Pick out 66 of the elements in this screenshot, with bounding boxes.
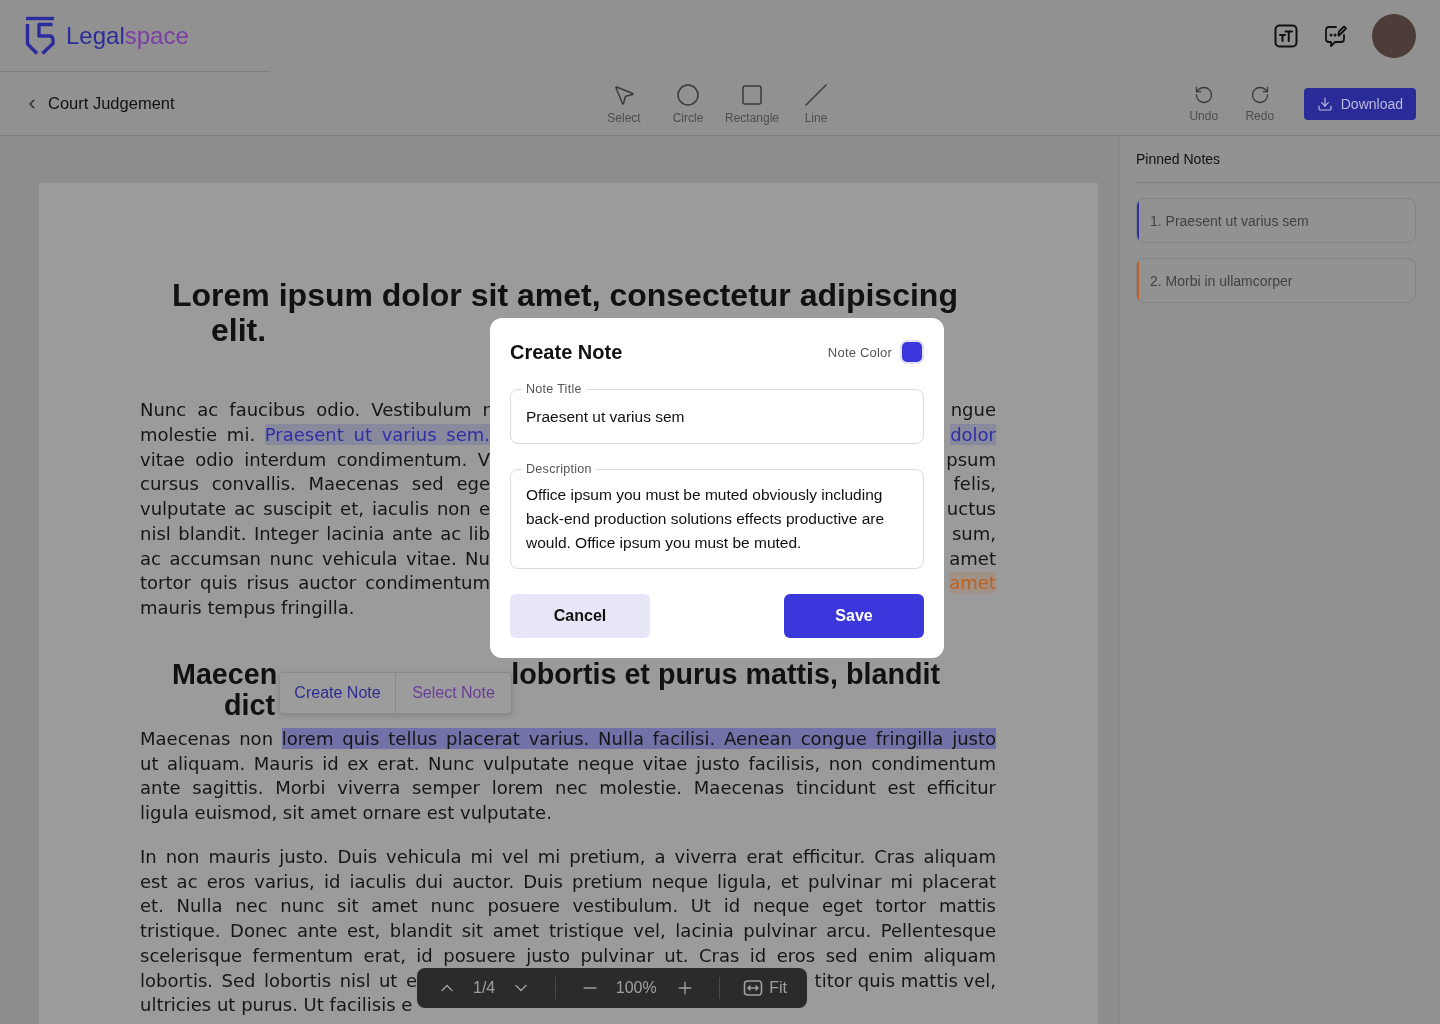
input-field[interactable]: Note Title Praesent ut varius sem — [510, 383, 924, 444]
text-line: tristique. Donec ante est, blandit sit amet tristique vel, lacinia pulvinar arcu. Pellentesque — [140, 919, 996, 943]
text-line: vitae odio interdum condimentum. V — [140, 447, 490, 472]
page-indicator: 1/4 — [473, 978, 496, 998]
panel-title: Pinned Notes — [1136, 151, 1221, 167]
color-label: Note Color — [827, 344, 892, 360]
text-line: ac accumsan nunc vehicula vitae. Nu — [140, 546, 490, 571]
cancel-button[interactable]: Cancel — [510, 594, 650, 638]
paragraph: Maecenas non lorem quis tellus placerat varius. Nulla facilisi. Aenean congue fringilla justo ut aliquam. Mauris id ex erat. Nunc vulputate neque vitae justo facilisis, non condimentum ante sagittis. Morbi viverra semper lorem nec molestie. Maecenas tincidunt est efficitur ligula euismod, sit amet ornare est vulputate. — [140, 726, 996, 825]
text-line: In non mauris justo. Duis vehicula mi vel mi pretium, a viverra erat efficitur. Cras aliquam — [140, 844, 996, 869]
save-button[interactable]: Save — [784, 594, 924, 638]
select-note-button[interactable]: Select Note — [395, 673, 511, 713]
square-icon — [740, 82, 764, 107]
field-label: Note Title — [522, 383, 586, 395]
pinned-note-card[interactable]: 1. Praesent ut varius sem — [1136, 198, 1416, 243]
download-button[interactable]: Download — [1303, 87, 1416, 120]
note-highlight[interactable]: dolor — [950, 423, 996, 445]
redo-button[interactable]: Redo — [1231, 84, 1288, 123]
text-line: et. Nulla nec nunc sit amet nunc posuere vestibulum. Ut id neque eget tortor mattis — [140, 894, 996, 919]
text-area-field[interactable]: Description Office ipsum you must be muted obviously including back-end production solutions effects productive are would. Office ipsum you must be muted. — [510, 463, 924, 569]
text-line: ngue — [950, 398, 996, 422]
text-line: nisl blandit. Integer lacinia ante ac lib — [140, 521, 490, 546]
color-swatch-icon[interactable] — [900, 340, 924, 364]
text-line: tortor quis risus auctor condimentum — [140, 571, 490, 596]
back-button[interactable]: Court Judgement — [24, 94, 175, 113]
chat-edit-icon[interactable] — [1322, 23, 1348, 49]
text-line: mauris tempus fringilla. — [140, 596, 355, 620]
selected-text: lorem quis tellus placerat varius. Nulla facilisi. Aenean congue fringilla justo — [281, 727, 996, 749]
redo-icon — [1249, 84, 1270, 105]
text-line: scelerisque fermentum erat, id posuere justo pulvinar ut. Cras id eros sed enim aliquam — [140, 943, 996, 968]
note-highlight[interactable]: Praesent ut varius sem. — [264, 423, 490, 445]
text-line: cursus convallis. Maecenas sed ege — [140, 472, 490, 497]
text-line: sum, — [951, 521, 996, 546]
undo-button[interactable]: Undo — [1175, 84, 1232, 123]
text-line: Nunc ac faucibus odio. Vestibulum r — [140, 398, 490, 422]
text-line: psum — [946, 447, 996, 472]
download-icon — [1316, 95, 1333, 112]
undo-icon — [1193, 84, 1214, 105]
logo-icon — [24, 15, 57, 56]
select-tool-button[interactable]: Select — [592, 82, 656, 125]
heading-text: dict — [224, 689, 275, 721]
text-line: est ac eros varius, id iaculis dui auctor. Duis pretium neque ligula, et pulvinar mi placerat — [140, 869, 996, 894]
text-line: molestie mi. Praesent ut varius sem. — [140, 422, 490, 447]
text-line: titor quis mattis vel, — [814, 968, 996, 993]
heading-text: lobortis et purus mattis, blandit — [511, 658, 940, 690]
text-line: ultricies ut purus. Ut facilisis e — [140, 993, 413, 1018]
circle-tool-button[interactable]: Circle — [656, 82, 720, 125]
text-line: vulputate ac suscipit et, iaculis non e — [140, 497, 490, 521]
text-line: lobortis. Sed lobortis nisl ut e — [140, 968, 417, 993]
logo-wordmark: Legalspace — [66, 21, 189, 50]
text-line: amet — [949, 546, 996, 571]
fit-button[interactable]: Fit — [743, 978, 787, 998]
circle-icon — [676, 82, 700, 107]
zoom-level: 100% — [615, 978, 657, 998]
heading-text: Maecen — [172, 658, 278, 690]
pinned-note-card[interactable]: 2. Morbi in ullamcorper — [1136, 258, 1416, 303]
text-line: uctus — [946, 497, 996, 521]
text-size-icon[interactable] — [1274, 24, 1298, 48]
user-avatar[interactable] — [1372, 14, 1416, 58]
text-line: felis, — [953, 472, 996, 497]
fit-width-icon — [743, 978, 764, 998]
line-tool-button[interactable]: Line — [784, 82, 848, 125]
line-icon — [804, 82, 828, 107]
rectangle-tool-button[interactable]: Rectangle — [720, 82, 784, 125]
field-label: Description — [522, 463, 596, 475]
create-note-button[interactable]: Create Note — [280, 673, 395, 713]
